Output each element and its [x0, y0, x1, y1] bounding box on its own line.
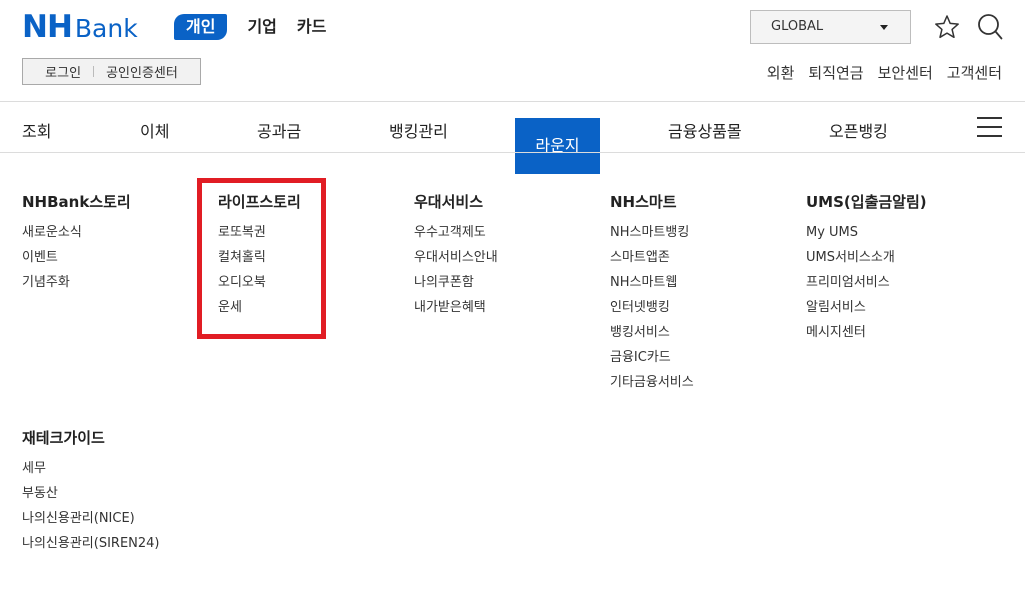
menu-link[interactable]: 새로운소식 [22, 224, 131, 249]
menu-col-title: NHBank스토리 [22, 193, 131, 211]
nav-divider [0, 152, 1025, 153]
menu-link[interactable]: 프리미엄서비스 [806, 274, 927, 299]
menu-col-finance-guide: 재테크가이드 세무 부동산 나의신용관리(NICE) 나의신용관리(SIREN2… [22, 428, 160, 560]
menu-link[interactable]: 나의신용관리(NICE) [22, 510, 160, 535]
menu-link[interactable]: 인터넷뱅킹 [610, 299, 694, 324]
menu-link[interactable]: 컬쳐홀릭 [218, 249, 301, 274]
util-link-forex[interactable]: 외환 [767, 62, 795, 83]
util-link-pension[interactable]: 퇴직연금 [808, 62, 863, 83]
menu-col-title: 우대서비스 [414, 193, 484, 211]
menu-col-title: 재테크가이드 [22, 429, 105, 447]
cert-center-link[interactable]: 공인인증센터 [106, 62, 178, 81]
tab-business[interactable]: 기업 [247, 14, 276, 40]
menu-link[interactable]: 로또복권 [218, 224, 301, 249]
menu-link[interactable]: NH스마트뱅킹 [610, 224, 694, 249]
global-select[interactable]: GLOBAL [750, 10, 911, 44]
nh-bank-logo[interactable]: NH Bank [22, 11, 138, 43]
menu-link[interactable]: 오디오북 [218, 274, 301, 299]
tab-personal[interactable]: 개인 [174, 14, 228, 40]
gnb-lounge[interactable]: 라운지 [515, 118, 600, 174]
menu-col-ums: UMS(입출금알림) My UMS UMS서비스소개 프리미엄서비스 알림서비스… [806, 192, 927, 349]
menu-link[interactable]: 내가받은혜택 [414, 299, 498, 324]
menu-col-title: 라이프스토리 [218, 193, 301, 211]
menu-link[interactable]: 뱅킹서비스 [610, 324, 694, 349]
customer-type-tabs: 개인 기업 카드 [174, 14, 346, 40]
menu-link[interactable]: 스마트앱존 [610, 249, 694, 274]
menu-link[interactable]: 메시지센터 [806, 324, 927, 349]
menu-hamburger-icon[interactable] [977, 117, 1002, 137]
global-select-value: GLOBAL [771, 19, 824, 34]
divider [93, 66, 95, 77]
menu-link[interactable]: UMS서비스소개 [806, 249, 927, 274]
menu-link[interactable]: 나의쿠폰함 [414, 274, 498, 299]
login-link[interactable]: 로그인 [45, 62, 81, 81]
chevron-down-icon [880, 25, 888, 30]
menu-link[interactable]: 부동산 [22, 485, 160, 510]
search-icon[interactable] [977, 13, 1003, 41]
menu-link[interactable]: 나의신용관리(SIREN24) [22, 535, 160, 560]
menu-col-title: NH스마트 [610, 193, 677, 211]
logo-nh-text: NH [22, 9, 73, 45]
menu-link[interactable]: 기타금융서비스 [610, 374, 694, 399]
utility-links: 외환 퇴직연금 보안센터 고객센터 [753, 62, 1002, 83]
menu-col-nh-smart: NH스마트 NH스마트뱅킹 스마트앱존 NH스마트웹 인터넷뱅킹 뱅킹서비스 금… [610, 192, 694, 399]
menu-link[interactable]: 운세 [218, 299, 301, 324]
header-divider [0, 101, 1025, 102]
menu-link[interactable]: 기념주화 [22, 274, 131, 299]
tab-card[interactable]: 카드 [297, 14, 326, 40]
menu-col-life-story: 라이프스토리 로또복권 컬쳐홀릭 오디오북 운세 [218, 192, 301, 324]
gnb-financial-products[interactable]: 금융상품몰 [668, 118, 742, 142]
gnb-transfer[interactable]: 이체 [140, 118, 169, 142]
gnb-utility-bills[interactable]: 공과금 [257, 118, 301, 142]
menu-col-title: UMS(입출금알림) [806, 193, 927, 211]
menu-link[interactable]: 우대서비스안내 [414, 249, 498, 274]
login-box: 로그인 공인인증센터 [22, 58, 201, 85]
menu-link[interactable]: My UMS [806, 224, 927, 249]
logo-bank-text: Bank [74, 14, 138, 43]
menu-link[interactable]: 이벤트 [22, 249, 131, 274]
menu-link[interactable]: 세무 [22, 460, 160, 485]
gnb-open-banking[interactable]: 오픈뱅킹 [829, 118, 888, 142]
star-icon[interactable] [934, 14, 960, 40]
util-link-customer[interactable]: 고객센터 [947, 62, 1002, 83]
menu-link[interactable]: 알림서비스 [806, 299, 927, 324]
gnb-banking-management[interactable]: 뱅킹관리 [389, 118, 448, 142]
util-link-security[interactable]: 보안센터 [878, 62, 933, 83]
menu-link[interactable]: 금융IC카드 [610, 349, 694, 374]
menu-col-preferential-service: 우대서비스 우수고객제도 우대서비스안내 나의쿠폰함 내가받은혜택 [414, 192, 498, 324]
menu-col-nhbank-story: NHBank스토리 새로운소식 이벤트 기념주화 [22, 192, 131, 299]
menu-link[interactable]: NH스마트웹 [610, 274, 694, 299]
menu-link[interactable]: 우수고객제도 [414, 224, 498, 249]
gnb-inquiry[interactable]: 조회 [22, 118, 51, 142]
